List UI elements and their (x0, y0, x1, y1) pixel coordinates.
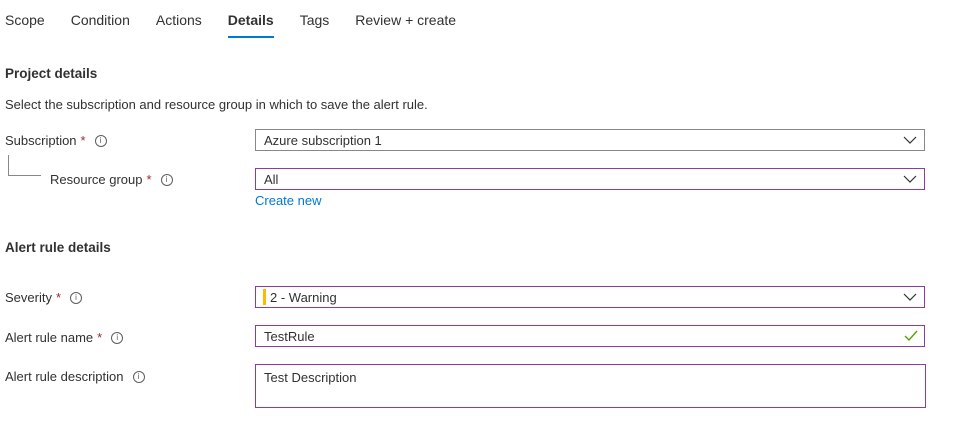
subscription-value: Azure subscription 1 (264, 132, 382, 148)
chevron-down-icon (903, 175, 917, 183)
severity-label-text: Severity (5, 290, 52, 305)
alert-rule-name-label-text: Alert rule name (5, 330, 94, 345)
severity-color-bar (263, 289, 266, 305)
alert-rule-description-label: Alert rule description i (5, 369, 145, 384)
info-icon[interactable]: i (111, 331, 124, 344)
chevron-down-icon (903, 293, 917, 301)
tab-review-create[interactable]: Review + create (355, 0, 456, 40)
tab-condition[interactable]: Condition (71, 0, 130, 40)
tab-scope[interactable]: Scope (5, 0, 45, 40)
resource-group-label: Resource group * i (50, 172, 173, 187)
tree-connector (8, 155, 41, 176)
wizard-tabs: Scope Condition Actions Details Tags Rev… (5, 0, 482, 40)
checkmark-icon (904, 330, 918, 342)
required-marker: * (146, 172, 152, 187)
subscription-label-text: Subscription (5, 133, 77, 148)
alert-rule-description-label-text: Alert rule description (5, 369, 124, 384)
required-marker: * (80, 133, 86, 148)
alert-rule-name-label: Alert rule name * i (5, 330, 124, 345)
alert-rule-name-value: TestRule (264, 328, 315, 344)
required-marker: * (55, 290, 62, 305)
project-details-heading: Project details (5, 66, 98, 81)
alert-rule-description-textarea[interactable]: Test Description (255, 364, 926, 408)
info-icon[interactable]: i (70, 291, 83, 304)
subscription-dropdown[interactable]: Azure subscription 1 (255, 129, 925, 151)
resource-group-label-text: Resource group (50, 172, 143, 187)
project-details-description: Select the subscription and resource gro… (5, 97, 428, 112)
severity-dropdown[interactable]: 2 - Warning (255, 286, 925, 308)
chevron-down-icon (903, 136, 917, 144)
tab-details[interactable]: Details (227, 0, 274, 40)
tab-actions[interactable]: Actions (156, 0, 202, 40)
info-icon[interactable]: i (160, 173, 173, 186)
alert-rule-details-heading: Alert rule details (5, 240, 111, 255)
severity-value: 2 - Warning (270, 289, 337, 305)
info-icon[interactable]: i (94, 134, 107, 147)
tab-tags[interactable]: Tags (300, 0, 330, 40)
subscription-label: Subscription * i (5, 133, 107, 148)
alert-rule-name-input[interactable]: TestRule (255, 325, 925, 347)
resource-group-dropdown[interactable]: All (255, 168, 925, 190)
resource-group-value: All (264, 171, 279, 187)
required-marker: * (97, 330, 103, 345)
create-new-link[interactable]: Create new (255, 193, 321, 208)
severity-label: Severity * i (5, 290, 83, 305)
info-icon[interactable]: i (132, 370, 145, 383)
